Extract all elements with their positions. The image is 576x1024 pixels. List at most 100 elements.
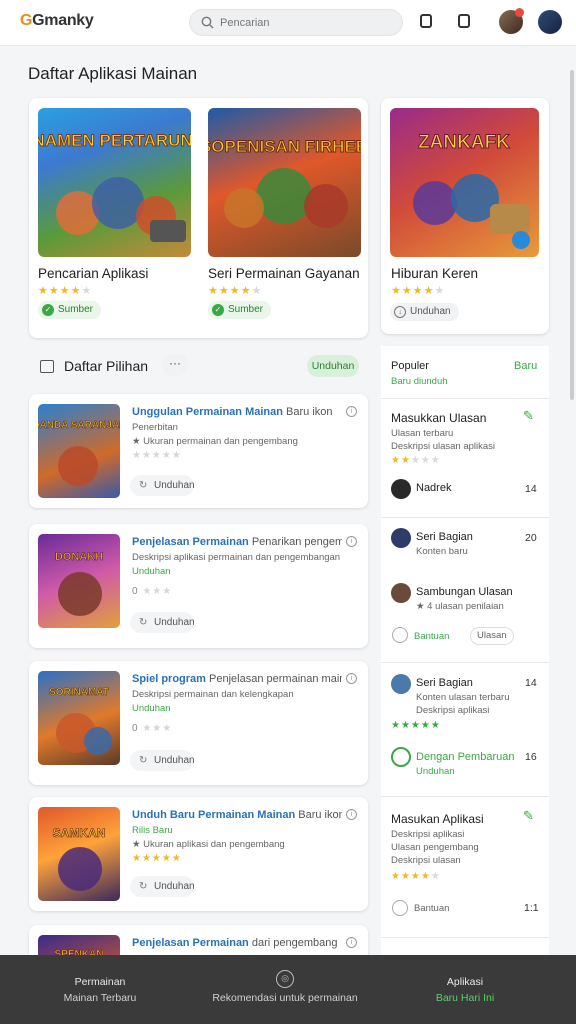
person-name[interactable]: Nadrek [416,482,451,494]
side-top-sub: Baru diunduh [391,376,448,387]
help-link[interactable]: Bantuan [414,631,449,643]
top-bar: GGmanky [0,0,576,46]
person-name[interactable]: Sambungan Ulasan [416,586,513,598]
list-item-title[interactable]: Unggulan Permainan Mainan Baru ikon [132,406,342,418]
list-item-download-button[interactable]: Unduhan [130,750,195,771]
list-item[interactable]: SAMKAN Unduh Baru Permainan Mainan Baru … [29,797,368,911]
user-avatar[interactable] [391,583,411,603]
edit-icon[interactable]: ✎ [523,408,534,424]
list-item-title[interactable]: Penjelasan Permainan dari pengembang [132,937,342,949]
list-download-button[interactable]: Unduhan [307,355,359,377]
featured-image-1[interactable]: TURNAMEN PERTARUNGAN [38,108,191,257]
featured-rating-3: ★★★★★ [391,285,446,297]
bottom-nav-sublabel: Mainan Terbaru [63,992,137,1004]
list-item[interactable]: SORINAMAT Spiel program Penjelasan perma… [29,661,368,785]
featured-rating-2: ★★★★★ [208,285,263,297]
list-item-download-button[interactable]: Unduhan [130,475,195,496]
list-item-image[interactable]: DONAKH [38,534,120,628]
featured-pill-1[interactable]: ✓ Sumber [38,301,102,319]
featured-title-1[interactable]: Pencarian Aplikasi [38,266,148,281]
user-avatar[interactable] [391,674,411,694]
search-box[interactable] [189,9,403,36]
list-item-download-button[interactable]: Unduhan [130,876,195,897]
info-icon[interactable]: i [346,809,357,820]
list-item[interactable]: DONAKH Penjelasan Permainan Penarikan pe… [29,524,368,648]
update-title[interactable]: Dengan Pembaruan [416,751,514,763]
more-options-button[interactable]: ··· [162,354,188,376]
list-item-detail: ★ Ukuran aplikasi dan pengembang [132,839,285,850]
list-item-image[interactable]: OANDA SARANJAN [38,404,120,498]
search-input[interactable] [220,14,395,32]
reviews-button[interactable]: Ulasan [470,627,514,645]
list-item-rating: ★★★★★ [132,450,182,461]
featured-pill-label-1: Sumber [58,304,94,315]
featured-image-2[interactable]: SOPENISAN FIRHEB [208,108,361,257]
review-block-rating: ★★★★★ [391,455,441,466]
list-item-subtitle: Penerbitan [132,422,178,433]
app-review-sub3: Deskripsi ulasan [391,855,461,866]
list-item-download-button[interactable]: Unduhan [130,612,195,633]
svg-text:OANDA SARANJAN: OANDA SARANJAN [38,420,120,431]
person-name[interactable]: Seri Bagian [416,531,473,543]
app-review-sub1: Deskripsi aplikasi [391,829,465,840]
info-icon[interactable]: i [346,673,357,684]
user-avatar[interactable] [391,479,411,499]
update-icon[interactable] [391,747,411,767]
list-item-image[interactable]: SAMKAN [38,807,120,901]
bottom-nav-item[interactable]: Aplikasi Baru Hari Ini [410,974,520,1006]
list-item-detail: ★ Ukuran permainan dan pengembang [132,436,298,447]
svg-text:DONAKH: DONAKH [55,551,103,563]
featured-art-text-2: SOPENISAN FIRHEB [208,137,361,156]
review-block-title: Masukkan Ulasan [391,411,487,425]
featured-pill-3[interactable]: ↓ Unduhan [390,303,459,321]
side-top-link[interactable]: Baru [514,360,537,372]
profile-avatar[interactable] [538,10,562,34]
list-item-subtitle: Rilis Baru [132,825,173,836]
check-icon: ✓ [212,304,224,316]
list-item[interactable]: OANDA SARANJAN Unggulan Permainan Mainan… [29,394,368,508]
bottom-nav-label: Permainan [74,976,126,988]
person-name[interactable]: Seri Bagian [416,677,473,689]
list-item-title[interactable]: Penjelasan Permainan Penarikan pengemban… [132,536,342,548]
person-count: 14 [525,483,537,495]
user-avatar[interactable] [391,528,411,548]
featured-title-3[interactable]: Hiburan Keren [391,266,478,281]
update-count: 16 [525,751,537,763]
person-sub: Konten baru [416,546,468,557]
help-icon[interactable] [392,900,408,916]
check-icon: ✓ [42,304,54,316]
compass-icon[interactable]: ◎ [276,970,294,988]
svg-text:SAMKAN: SAMKAN [53,826,106,840]
divider [381,398,549,399]
bottom-nav-item[interactable]: Rekomendasi untuk permainan [205,990,365,1006]
featured-rating-1: ★★★★★ [38,285,93,297]
app-review-footer[interactable]: Bantuan [414,903,449,915]
info-icon[interactable]: i [346,937,357,948]
list-item-image[interactable]: SORINAMAT [38,671,120,765]
list-item-title[interactable]: Unduh Baru Permainan Mainan Baru ikon [132,809,342,821]
bottom-nav-sublabel: Baru Hari Ini [435,992,495,1004]
bottom-nav-item[interactable]: Permainan Mainan Terbaru [50,974,150,1006]
info-icon[interactable]: i [346,536,357,547]
list-icon [40,360,54,373]
update-sub: Unduhan [416,766,455,777]
featured-title-2[interactable]: Seri Permainan Gayanan [208,266,360,281]
person-sub: Deskripsi aplikasi [416,705,490,716]
bookmark-icon[interactable] [420,14,432,28]
list-item-title[interactable]: Spiel program Penjelasan permainan maina… [132,673,342,685]
help-icon[interactable] [392,627,408,643]
edit-icon[interactable]: ✎ [523,808,534,824]
list-item-subtitle: Deskripsi aplikasi permainan dan pengemb… [132,552,341,563]
logo-mark: G [20,12,33,29]
list-item-subtitle: Deskripsi permainan dan kelengkapan [132,689,294,700]
list-item-rating: ★★★★★ [132,853,182,864]
app-review-title: Masukan Aplikasi [391,812,484,826]
person-rating: ★★★★★ [391,720,441,731]
notification-icon[interactable] [458,14,470,28]
featured-pill-2[interactable]: ✓ Sumber [208,301,272,319]
page-scrollbar[interactable] [570,70,574,400]
app-logo[interactable]: GGmanky [20,12,94,30]
list-item-detail: Unduhan [132,566,171,577]
featured-image-3[interactable]: ZANKAFK [390,108,539,257]
info-icon[interactable]: i [346,406,357,417]
